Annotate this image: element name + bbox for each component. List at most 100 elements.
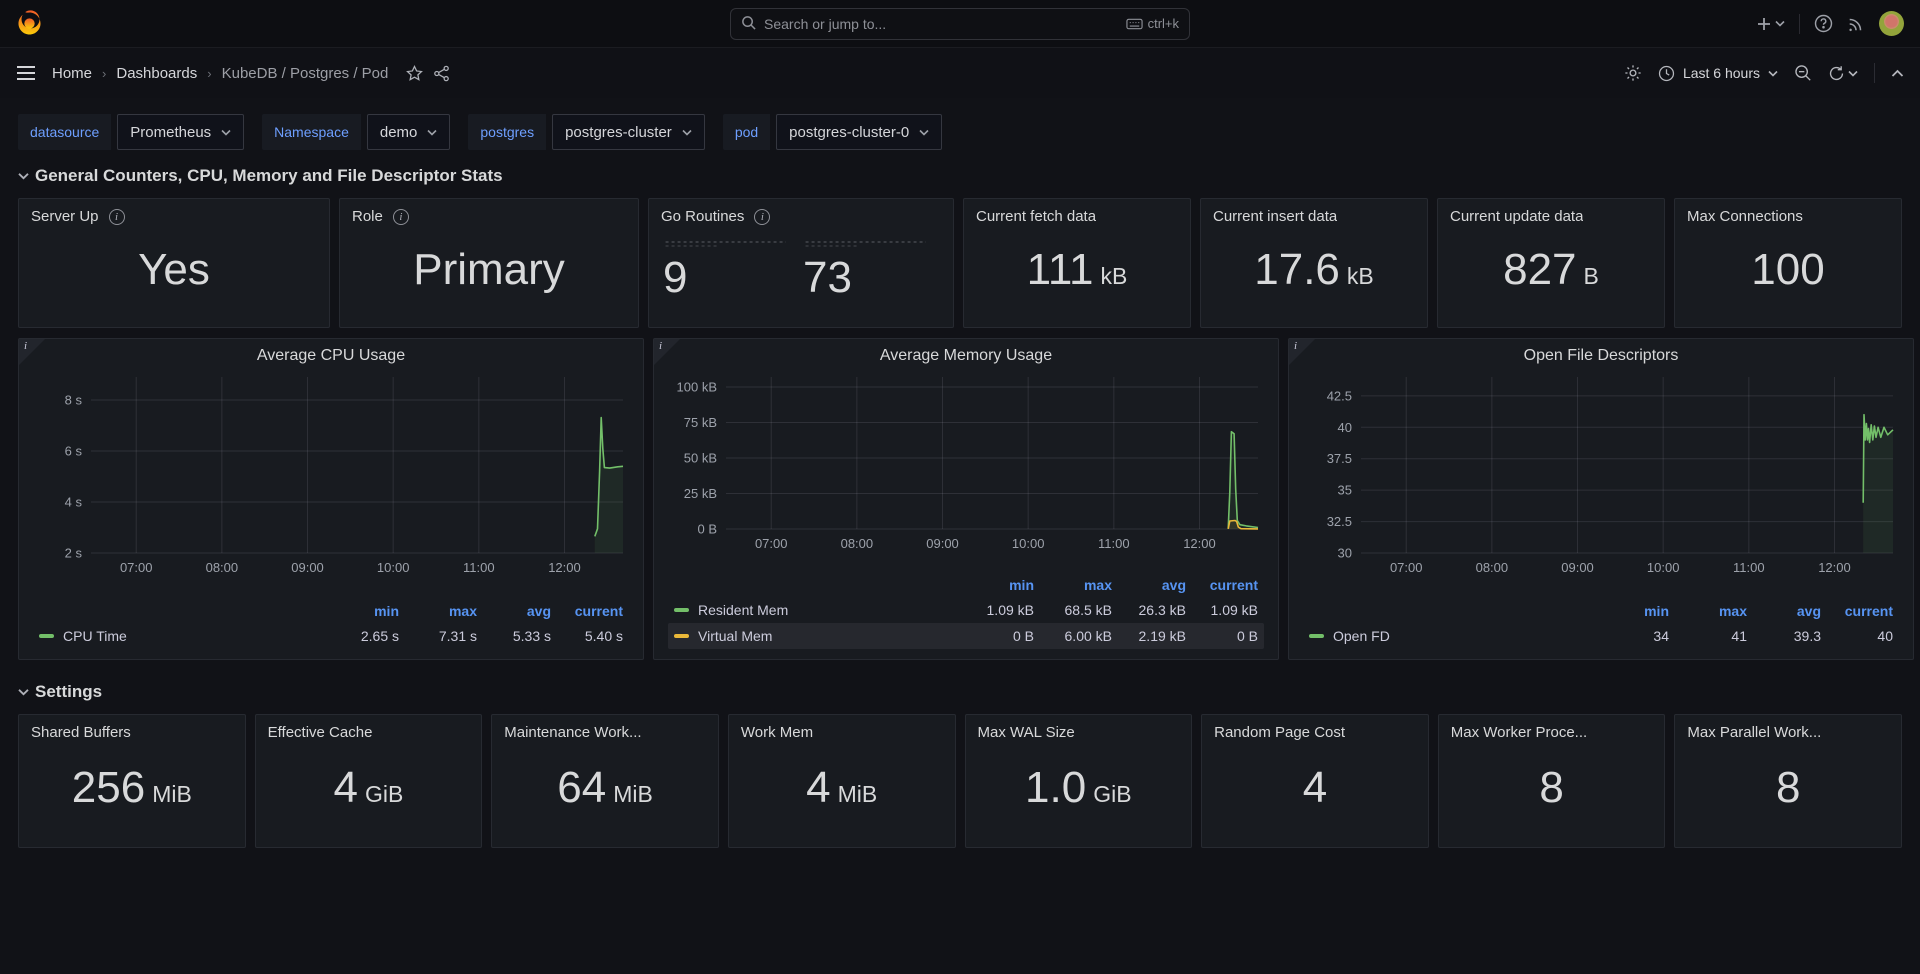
refresh-button[interactable] xyxy=(1828,65,1858,82)
stat-panel: Work Mem 4MiB xyxy=(728,714,956,848)
svg-text:09:00: 09:00 xyxy=(291,560,324,575)
variable-datasource: datasourcePrometheus xyxy=(18,114,244,150)
info-icon[interactable]: i xyxy=(109,209,125,225)
stat-value-number: 827 xyxy=(1503,247,1576,293)
time-range-label: Last 6 hours xyxy=(1683,65,1760,81)
general-stats-row: Server UpiYesRoleiPrimaryGo Routinesi973… xyxy=(18,198,1902,328)
legend-series-swatch xyxy=(1309,634,1324,638)
stat-value-unit: MiB xyxy=(613,782,653,806)
star-icon xyxy=(406,65,423,82)
legend-sort-header[interactable]: avg xyxy=(477,603,551,619)
legend-series-label[interactable]: Virtual Mem xyxy=(674,628,960,644)
news-button[interactable] xyxy=(1847,15,1865,33)
stat-value-text: 9 xyxy=(663,255,791,301)
panel-title[interactable]: Average CPU Usage xyxy=(31,345,631,371)
stat-panel-header: Max WAL Size xyxy=(978,724,1180,741)
chevron-down-icon xyxy=(682,129,692,136)
settings-stats-row: Shared Buffers256MiB Effective Cache 4GiB M… xyxy=(18,714,1902,848)
add-button[interactable] xyxy=(1756,16,1785,32)
stat-panel-title: Shared Buffers xyxy=(31,724,131,741)
legend-value: 39.3 xyxy=(1747,628,1821,644)
search-input[interactable]: Search or jump to... ctrl+k xyxy=(730,8,1190,40)
info-icon[interactable]: i xyxy=(754,209,770,225)
top-nav-bar: Search or jump to... ctrl+k xyxy=(0,0,1920,48)
gear-icon xyxy=(1624,64,1642,82)
panel-title[interactable]: Open File Descriptors xyxy=(1301,345,1901,371)
share-button[interactable] xyxy=(433,65,450,82)
stat-panel-header: Effective Cache xyxy=(268,724,470,741)
legend-sort-header[interactable]: max xyxy=(1034,577,1112,593)
stat-panel: Shared Buffers256MiB xyxy=(18,714,246,848)
stat-panel: Max Worker Proce...8 xyxy=(1438,714,1666,848)
user-avatar[interactable] xyxy=(1879,11,1904,36)
legend-sort-header[interactable]: min xyxy=(1595,603,1669,619)
legend-sort-header[interactable]: current xyxy=(1186,577,1258,593)
stat-panel-title: Current update data xyxy=(1450,208,1583,225)
stat-panel-title: Work Mem xyxy=(741,724,813,741)
variable-value-dropdown[interactable]: postgres-cluster-0 xyxy=(776,114,942,150)
legend-series-name: Resident Mem xyxy=(698,602,788,618)
time-range-picker[interactable]: Last 6 hours xyxy=(1658,65,1778,82)
legend-sort-header[interactable]: min xyxy=(960,577,1034,593)
breadcrumb-item[interactable]: Home xyxy=(52,65,92,82)
legend-sort-header[interactable]: avg xyxy=(1747,603,1821,619)
section-settings[interactable]: Settings xyxy=(18,682,1902,702)
variable-label: pod xyxy=(723,114,770,150)
stat-values: Primary xyxy=(352,225,626,315)
legend-sort-header[interactable]: current xyxy=(1821,603,1893,619)
panel-title[interactable]: Average Memory Usage xyxy=(666,345,1266,371)
variable-value-dropdown[interactable]: postgres-cluster xyxy=(552,114,705,150)
section-general[interactable]: General Counters, CPU, Memory and File D… xyxy=(18,166,1902,186)
chevron-down-icon xyxy=(18,688,29,696)
legend-sort-header[interactable]: max xyxy=(1669,603,1747,619)
legend-sort-header[interactable]: min xyxy=(325,603,399,619)
chart-svg[interactable]: 100 kB75 kB50 kB25 kB0 B07:0008:0009:001… xyxy=(666,371,1266,555)
panel-info-corner[interactable]: i xyxy=(1289,339,1315,365)
timeseries-panel: iAverage Memory Usage100 kB75 kB50 kB25 … xyxy=(653,338,1279,660)
panel-info-corner[interactable]: i xyxy=(654,339,680,365)
legend-value: 2.65 s xyxy=(325,628,399,644)
favorite-button[interactable] xyxy=(406,65,423,82)
panel-info-corner[interactable]: i xyxy=(19,339,45,365)
help-icon xyxy=(1814,14,1833,33)
chart-svg[interactable]: 42.54037.53532.53007:0008:0009:0010:0011… xyxy=(1301,371,1901,579)
stat-value: 4 xyxy=(1303,765,1327,811)
info-icon[interactable]: i xyxy=(393,209,409,225)
chart-svg[interactable]: 8 s6 s4 s2 s07:0008:0009:0010:0011:0012:… xyxy=(31,371,631,579)
legend-row: Open FD344139.340 xyxy=(1303,623,1899,649)
legend-sort-header[interactable]: current xyxy=(551,603,623,619)
legend-header-row: minmaxavgcurrent xyxy=(668,573,1264,597)
dashboard-settings-button[interactable] xyxy=(1624,64,1642,82)
legend-series-label[interactable]: CPU Time xyxy=(39,628,325,644)
sparkline xyxy=(803,239,931,249)
menu-button[interactable] xyxy=(16,65,36,81)
refresh-icon xyxy=(1828,65,1845,82)
stat-panel: RoleiPrimary xyxy=(339,198,639,328)
stat-panel: Max WAL Size1.0GiB xyxy=(965,714,1193,848)
stat-value-text: 4MiB xyxy=(806,765,877,811)
stat-value-text: 4GiB xyxy=(334,765,404,811)
chevron-down-icon xyxy=(221,129,231,136)
share-icon xyxy=(433,65,450,82)
timeseries-panel: iAverage CPU Usage8 s6 s4 s2 s07:0008:00… xyxy=(18,338,644,660)
legend-sort-header[interactable]: max xyxy=(399,603,477,619)
stat-value: 64MiB xyxy=(557,765,653,811)
variable-value-dropdown[interactable]: Prometheus xyxy=(117,114,244,150)
stat-value: 827B xyxy=(1503,247,1599,293)
stat-values: 4MiB xyxy=(741,741,943,835)
variable-value-dropdown[interactable]: demo xyxy=(367,114,451,150)
variable-selected-value: demo xyxy=(380,124,418,141)
stat-panel-header: Random Page Cost xyxy=(1214,724,1416,741)
svg-text:6 s: 6 s xyxy=(65,443,83,458)
svg-text:10:00: 10:00 xyxy=(1012,536,1045,551)
hamburger-icon xyxy=(16,65,36,81)
breadcrumb-item[interactable]: Dashboards xyxy=(116,65,197,82)
grafana-logo[interactable] xyxy=(16,10,43,37)
legend-sort-header[interactable]: avg xyxy=(1112,577,1186,593)
zoom-out-button[interactable] xyxy=(1794,64,1812,82)
stat-value: 73 xyxy=(801,239,941,301)
legend-series-label[interactable]: Resident Mem xyxy=(674,602,960,618)
collapse-toolbar-button[interactable] xyxy=(1891,69,1904,78)
help-button[interactable] xyxy=(1814,14,1833,33)
legend-series-label[interactable]: Open FD xyxy=(1309,628,1595,644)
